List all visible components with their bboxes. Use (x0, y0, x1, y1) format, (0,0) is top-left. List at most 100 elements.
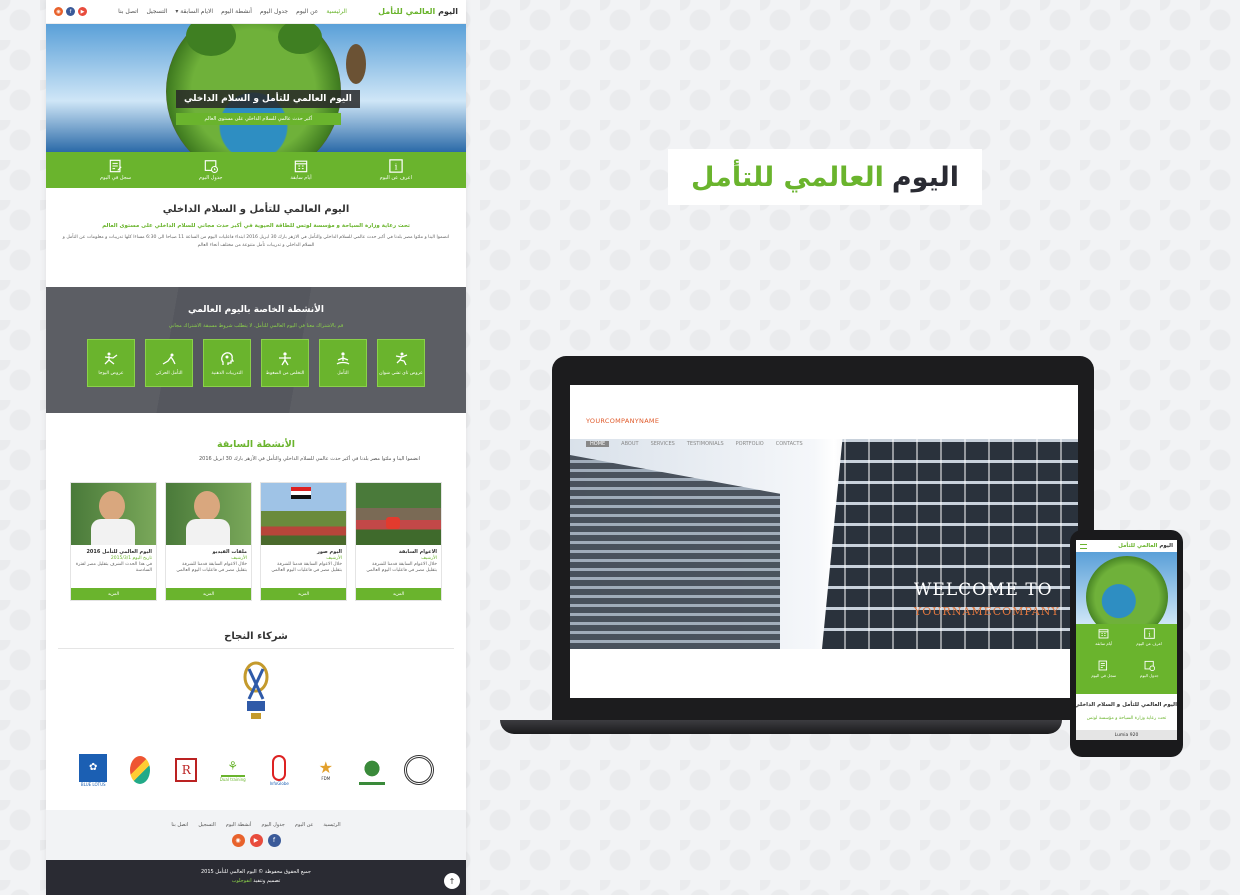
card-more-button[interactable]: المزيد (71, 588, 156, 600)
nav-home[interactable]: الرئيسية (326, 8, 347, 15)
activities-section: الأنشطة الخاصة باليوم العالمي قم بالاشتر… (46, 287, 466, 413)
card-image-crowd (356, 483, 441, 545)
rss-icon[interactable]: ◉ (54, 7, 63, 16)
face-shape (194, 491, 220, 521)
shirt-shape (91, 519, 135, 545)
card-image-speaker (71, 483, 156, 545)
activity-meditation[interactable]: التأمل (319, 339, 367, 387)
activity-stress-relief[interactable]: التخلص من الضغوط (261, 339, 309, 387)
activity-mental-training[interactable]: التدريبات الذهنية (203, 339, 251, 387)
activities-subtitle: قم بالاشتراك معنا في اليوم العالمي للتأم… (168, 323, 344, 329)
feature-about[interactable]: i اعرف عن اليوم (380, 159, 412, 181)
partner-logo (356, 751, 388, 789)
activity-label: عروض تاي تشي شوان (379, 370, 423, 376)
rss-icon[interactable]: ◉ (231, 834, 245, 847)
partner-logo: ★ FDM (318, 757, 333, 781)
activities-grid: عروض تاي تشي شوان التأمل التخلص من الضغو… (46, 339, 466, 387)
flag-shape (291, 487, 311, 499)
activity-yoga[interactable]: عروض اليوجا (87, 339, 135, 387)
laptop-nav-item[interactable]: ABOUT (621, 441, 638, 447)
activity-label: التدريبات الذهنية (211, 370, 243, 376)
tai-chi-icon (395, 352, 408, 365)
svg-text:i: i (394, 163, 397, 173)
arrow-up-icon: ↑ (448, 876, 456, 886)
design-link[interactable]: انفوجلوب (232, 878, 252, 884)
phone-feature-register[interactable]: سجل في اليوم (1082, 660, 1126, 690)
laptop-nav-item[interactable]: SERVICES (651, 441, 675, 447)
partner-logo: ✿ BLUE LOTUS (77, 751, 109, 789)
site-logo[interactable]: اليوم العالمي للتأمل (378, 7, 458, 16)
feature-schedule[interactable]: جدول اليوم (199, 159, 222, 181)
nav-schedule[interactable]: جدول اليوم (260, 8, 288, 15)
feature-label: أيام سابقة (290, 175, 312, 181)
activity-label: عروض اليوجا (98, 370, 124, 376)
facebook-icon[interactable]: f (66, 7, 75, 16)
phone-feature-previous[interactable]: أيام سابقة (1082, 628, 1126, 658)
footer-link[interactable]: أنشطة اليوم (226, 822, 252, 828)
phone-brand: اليوم العالمي للتأمل (1118, 543, 1173, 549)
partners-section: شركاء النجاح ✿ BLUE LOTUS R ⚘ Dual trainin… (46, 601, 466, 789)
head-brain-icon (221, 351, 235, 365)
face-shape (99, 491, 125, 521)
footer-link[interactable]: اتصل بنا (171, 822, 188, 828)
showcase-brand-title: اليوم العالمي للتأمل (668, 149, 982, 205)
partner-logo (124, 751, 156, 789)
card-more-button[interactable]: المزيد (356, 588, 441, 600)
laptop-nav-item[interactable]: PORTFOLIO (736, 441, 764, 447)
design-prefix: تصميم وتنفيذ (251, 878, 281, 884)
hamburger-menu-icon[interactable] (1080, 543, 1087, 549)
phone-feature-schedule[interactable]: جدول اليوم (1128, 660, 1172, 690)
laptop-nav-item[interactable]: HOME (586, 441, 610, 447)
nav-activities[interactable]: أنشطة اليوم (221, 8, 252, 15)
facebook-icon[interactable]: f (267, 834, 281, 847)
yoga-pose-icon (279, 351, 291, 365)
card-text: خلال الاعوام السابقة قدمنا للشرفة بتقليل… (271, 562, 342, 574)
past-card[interactable]: اليوم العالمي للتأمل 2016 تاريخ اليوم 20… (70, 482, 157, 601)
past-activities-section: الأنشطة السابقة انضموا الينا و ملئوا مصر… (46, 413, 466, 601)
main-nav: الرئيسية عن اليوم جدول اليوم أنشطة اليوم… (118, 8, 347, 15)
nav-about[interactable]: عن اليوم (296, 8, 318, 15)
card-text: خلال الاعوام السابقة قدمنا للشرفة بتقليل… (176, 562, 247, 574)
footer-link[interactable]: عن اليوم (295, 822, 313, 828)
youtube-icon[interactable]: ▶ (249, 834, 263, 847)
feature-register[interactable]: سجل في اليوم (100, 159, 131, 181)
card-image-group (261, 483, 346, 545)
past-card[interactable]: اليوم صور الأرشيف خلال الاعوام السابقة ق… (260, 482, 347, 601)
partners-title: شركاء النجاح (58, 631, 454, 649)
nav-register[interactable]: التسجيل (146, 8, 167, 15)
past-cards: الاعوام السابقة الأرشيف خلال الاعوام الس… (46, 482, 466, 601)
hero-banner: اليوم العالمي للتأمل و السلام الداخلي أك… (46, 24, 466, 152)
laptop-nav-item[interactable]: TESTIMONIALS (687, 441, 724, 447)
phone-feature-about[interactable]: i اعرف عن اليوم (1128, 628, 1172, 658)
footer-nav: الرئيسية عن اليوم جدول اليوم أنشطة اليوم… (46, 822, 466, 828)
footer-link[interactable]: جدول اليوم (261, 822, 284, 828)
laptop-nav-item[interactable]: CONTACTS (776, 441, 803, 447)
nav-contact[interactable]: اتصل بنا (118, 8, 138, 15)
footer-link[interactable]: الرئيسية (323, 822, 340, 828)
nav-previous-days[interactable]: الايام السابقة ▾ (175, 8, 213, 15)
feature-label: اعرف عن اليوم (379, 175, 413, 181)
footer-link[interactable]: التسجيل (198, 822, 215, 828)
laptop-base (500, 720, 1062, 734)
past-card[interactable]: ملفات الفيديو الأرشيف خلال الاعوام الساب… (165, 482, 252, 601)
phone-topbar: اليوم العالمي للتأمل (1076, 540, 1177, 552)
card-more-button[interactable]: المزيد (261, 588, 346, 600)
footer-links: الرئيسية عن اليوم جدول اليوم أنشطة اليوم… (46, 810, 466, 860)
activity-label: التخلص من الضغوط (265, 370, 305, 376)
activity-movement-meditation[interactable]: التأمل الحركي (145, 339, 193, 387)
website-mockup: اليوم العالمي للتأمل الرئيسية عن اليوم ج… (46, 0, 466, 895)
feature-previous-days[interactable]: أيام سابقة (290, 159, 312, 181)
youtube-icon (386, 517, 400, 529)
back-to-top-button[interactable]: ↑ (444, 873, 460, 889)
partner-name: FDM (321, 775, 331, 781)
feature-label: جدول اليوم (199, 175, 223, 181)
info-icon: i (1143, 628, 1155, 639)
intro-paragraph: انضموا الينا و ملئوا مصر بلدنا في أكبر ح… (62, 235, 450, 248)
youtube-icon[interactable]: ▶ (78, 7, 87, 16)
card-title: اليوم العالمي للتأمل 2016 (86, 549, 152, 555)
copyright-text: جميع الحقوق محفوظة © اليوم العالمي للتأم… (200, 869, 312, 875)
past-card[interactable]: الاعوام السابقة الأرشيف خلال الاعوام الس… (355, 482, 442, 601)
ministry-emblem-icon (243, 661, 269, 719)
card-more-button[interactable]: المزيد (166, 588, 251, 600)
activity-tai-chi[interactable]: عروض تاي تشي شوان (377, 339, 425, 387)
